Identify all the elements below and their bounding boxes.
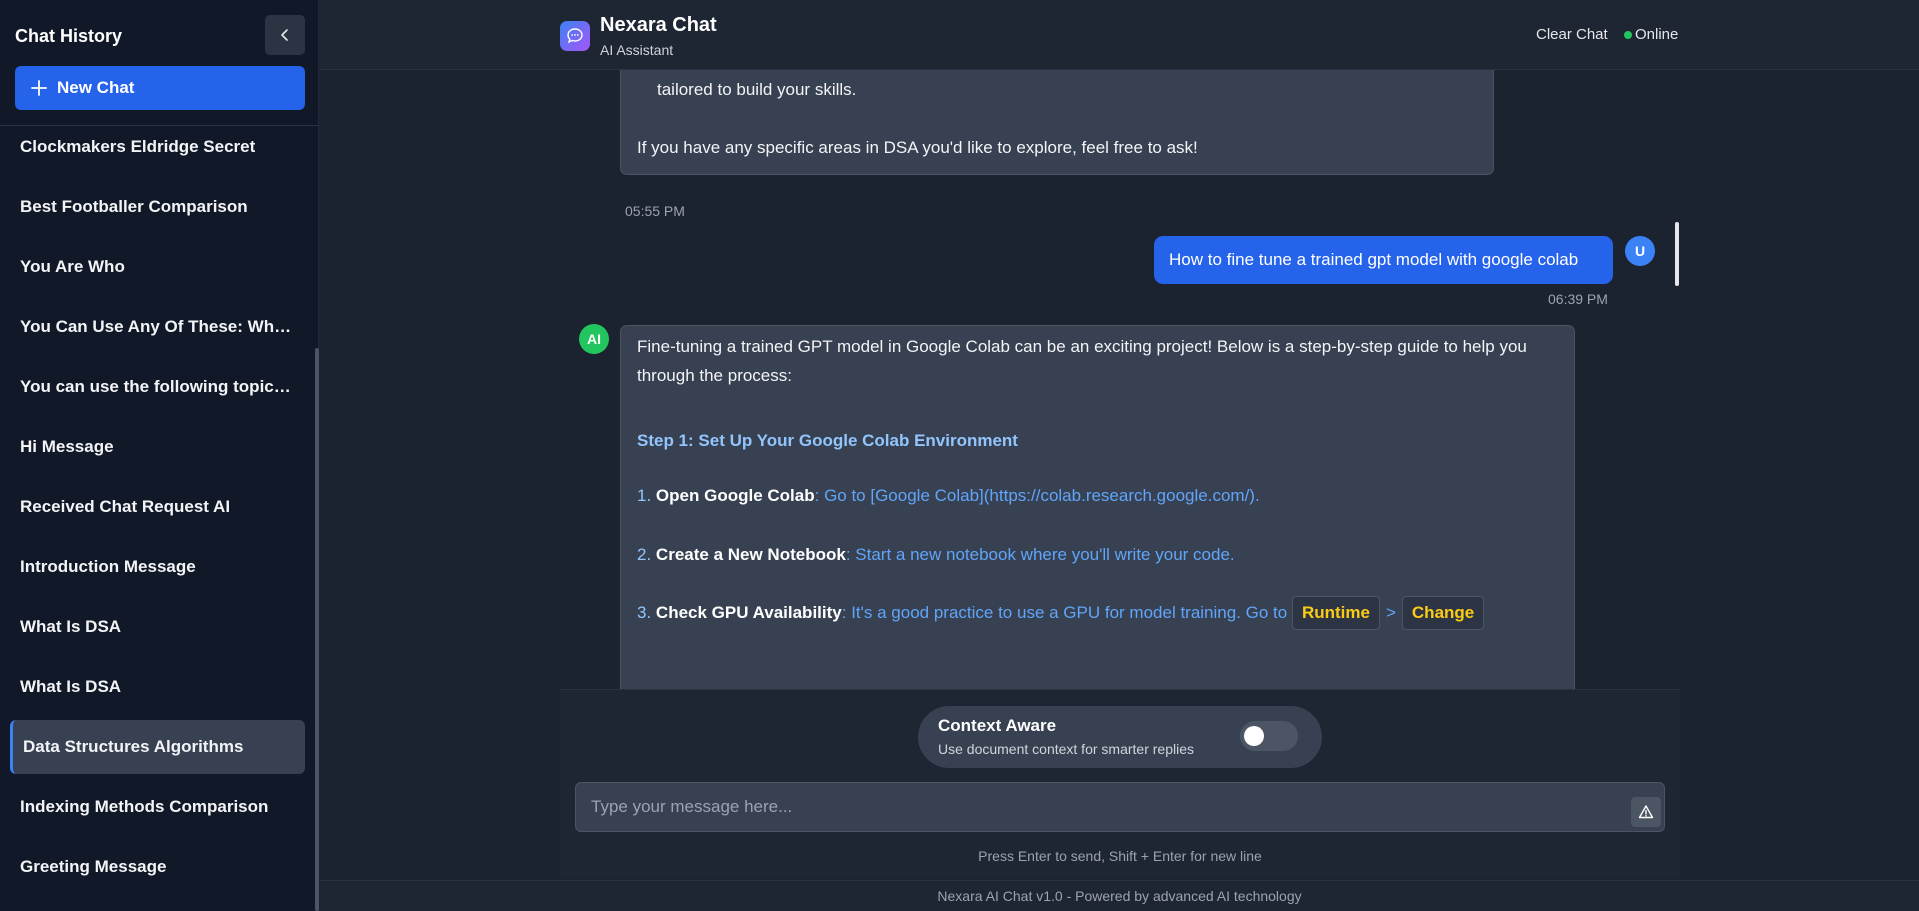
history-item-label: Best Footballer Comparison — [20, 197, 248, 216]
chat-bubble-icon — [560, 21, 590, 51]
history-item[interactable]: Received Chat Request AI — [10, 480, 305, 534]
step-item-title: Create a New Notebook — [655, 545, 846, 564]
step-item-text: Start a new notebook where you'll write … — [855, 545, 1235, 564]
message-text: Fine-tuning a trained GPT model in Googl… — [637, 337, 1527, 356]
history-item-label: Clockmakers Eldridge Secret — [20, 137, 256, 156]
history-item-active[interactable]: Data Structures Algorithms — [10, 720, 305, 774]
message-text: through the process: — [637, 366, 792, 385]
step-item-number: 3. — [637, 603, 652, 622]
history-item-label: Hi Message — [20, 437, 114, 456]
message-text: If you have any specific areas in DSA yo… — [637, 138, 1198, 157]
sidebar-title: Chat History — [15, 26, 123, 46]
step-item-title: Check GPU Availability — [655, 603, 842, 622]
history-item-label: You Are Who — [20, 257, 125, 276]
context-aware-card: Context Aware Use document context for s… — [918, 706, 1322, 768]
history-item[interactable]: Greeting Message — [10, 840, 305, 894]
message-input-box — [575, 782, 1665, 832]
history-item[interactable]: Best Footballer Comparison — [10, 180, 305, 234]
step-heading: Step 1: Set Up Your Google Colab Environ… — [637, 431, 1018, 450]
ai-message-bubble: tailored to build your skills. If you ha… — [620, 70, 1494, 175]
history-item-label: You can use the following topic ... — [20, 377, 292, 396]
code-chip-runtime: Runtime — [1291, 596, 1380, 630]
step-item: 2. Create a New Notebook: Start a new no… — [637, 545, 1235, 564]
history-item-label: Greeting Message — [20, 857, 167, 876]
history-item[interactable]: What Is DSA — [10, 660, 305, 714]
history-item[interactable]: You can use the following topic ... — [10, 360, 305, 414]
breadcrumb-separator: > — [1385, 603, 1396, 622]
app-subtitle: AI Assistant — [600, 42, 674, 58]
toggle-knob — [1244, 726, 1264, 746]
history-item-label: Received Chat Request AI — [20, 497, 231, 516]
composer: Context Aware Use document context for s… — [560, 689, 1680, 879]
plus-icon — [31, 80, 47, 96]
history-item[interactable]: Introduction Message — [10, 540, 305, 594]
sidebar-header: Chat History New Chat — [0, 0, 319, 126]
message-text: How to fine tune a trained gpt model wit… — [1169, 250, 1579, 269]
user-avatar: U — [1625, 236, 1655, 266]
user-message-bubble: How to fine tune a trained gpt model wit… — [1154, 236, 1613, 284]
online-status-dot — [1624, 31, 1632, 39]
input-hint: Press Enter to send, Shift + Enter for n… — [978, 848, 1262, 864]
ai-avatar: AI — [579, 324, 609, 354]
history-item[interactable]: Indexing Methods Comparison — [10, 780, 305, 834]
history-item[interactable]: You Are Who — [10, 240, 305, 294]
history-item-label: What Is DSA — [20, 677, 122, 696]
new-chat-button[interactable]: New Chat — [15, 66, 305, 110]
history-item-label: You Can Use Any Of These: Who ... — [20, 317, 292, 336]
message-input[interactable] — [576, 783, 1616, 831]
history-item-label: Data Structures Algorithms — [23, 737, 244, 756]
context-aware-description: Use document context for smarter replies — [938, 741, 1194, 757]
collapse-sidebar-button[interactable] — [265, 15, 305, 55]
new-chat-label: New Chat — [57, 78, 135, 97]
sidebar-scrollbar[interactable] — [315, 348, 319, 911]
history-item-label: Indexing Methods Comparison — [20, 797, 269, 816]
code-chip-change: Change — [1401, 596, 1485, 630]
online-status-text: Online — [1635, 26, 1679, 43]
history-item-label: What Is DSA — [20, 617, 122, 636]
send-button[interactable] — [1631, 797, 1661, 827]
step-item-number: 2. — [637, 545, 652, 564]
chevron-left-icon — [281, 29, 288, 41]
history-item[interactable]: What Is DSA — [10, 600, 305, 654]
warning-triangle-icon — [1638, 805, 1654, 819]
step-item-text: It's a good practice to use a GPU for mo… — [851, 603, 1288, 622]
colab-link[interactable]: Go to [Google Colab](https://colab.resea… — [824, 486, 1260, 505]
message-list: tailored to build your skills. If you ha… — [320, 70, 1919, 689]
message-text: tailored to build your skills. — [657, 80, 857, 99]
messages-scrollbar[interactable] — [1675, 222, 1679, 286]
history-item[interactable]: Hi Message — [10, 420, 305, 474]
step-item: 3. Check GPU Availability: It's a good p… — [637, 596, 1485, 630]
step-item-title: Open Google Colab — [655, 486, 815, 505]
chat-header: Nexara Chat AI Assistant Clear Chat Onli… — [320, 0, 1919, 70]
context-aware-title: Context Aware — [938, 716, 1057, 735]
message-timestamp: 06:39 PM — [1548, 291, 1608, 307]
step-item: 1. Open Google Colab: Go to [Google Cola… — [637, 486, 1260, 505]
footer: Nexara AI Chat v1.0 - Powered by advance… — [320, 880, 1919, 911]
clear-chat-button[interactable]: Clear Chat — [1536, 26, 1608, 43]
history-item[interactable]: You Can Use Any Of These: Who ... — [10, 300, 305, 354]
step-item-number: 1. — [637, 486, 652, 505]
history-item-label: Introduction Message — [20, 557, 196, 576]
history-item[interactable]: Clockmakers Eldridge Secret — [10, 120, 305, 174]
message-timestamp: 05:55 PM — [625, 203, 685, 219]
sidebar: Chat History New Chat Clockmakers Eldrid… — [0, 0, 319, 911]
context-aware-toggle[interactable] — [1240, 721, 1298, 751]
ai-message-bubble: Fine-tuning a trained GPT model in Googl… — [620, 325, 1575, 689]
app-name: Nexara Chat — [600, 14, 717, 36]
